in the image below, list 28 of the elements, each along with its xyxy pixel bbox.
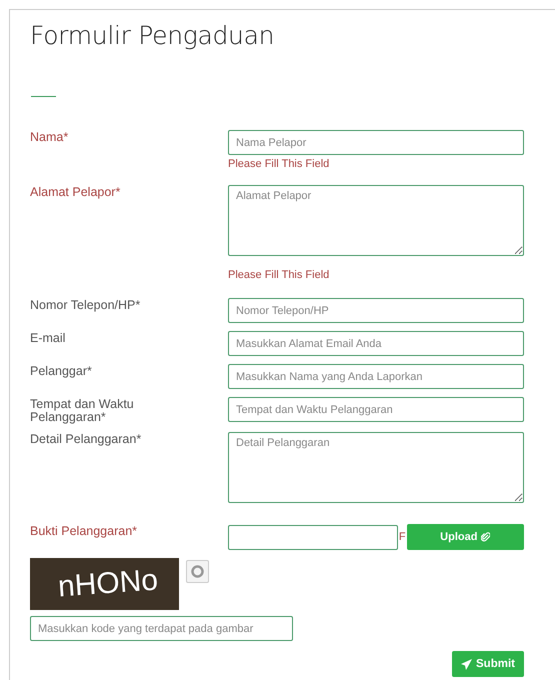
submit-button[interactable]: Submit bbox=[452, 651, 524, 678]
field-label: E-mail bbox=[30, 331, 66, 347]
input-field[interactable]: Nomor Telepon/HP bbox=[228, 298, 524, 323]
input-field[interactable]: Masukkan Nama yang Anda Laporkan bbox=[228, 364, 524, 389]
input-field[interactable]: Masukkan Alamat Email Anda bbox=[228, 331, 524, 356]
paperclip-icon bbox=[481, 532, 490, 542]
field-label: Pelanggar* bbox=[30, 364, 93, 380]
file-field[interactable] bbox=[228, 524, 398, 550]
page-title: Formulir Pengaduan bbox=[30, 20, 276, 50]
error-message: Please Fill This Field bbox=[228, 158, 330, 171]
field-label: Detail Pelanggaran* bbox=[30, 432, 142, 448]
send-icon bbox=[461, 658, 472, 670]
field-label: Bukti Pelanggaran* bbox=[30, 524, 138, 540]
text-area[interactable]: Alamat Pelapor bbox=[228, 185, 524, 256]
field-label: Nomor Telepon/HP* bbox=[30, 298, 142, 314]
text-area[interactable]: Detail Pelanggaran bbox=[228, 432, 524, 504]
error-message: Please Fill This Field bbox=[228, 269, 330, 282]
field-label: Tempat dan Waktu Pelanggaran* bbox=[30, 397, 135, 424]
refresh-icon bbox=[190, 564, 205, 580]
captcha-field[interactable]: Masukkan kode yang terdapat pada gambar bbox=[30, 616, 293, 642]
upload-button[interactable]: Upload bbox=[406, 524, 524, 550]
input-field[interactable]: Tempat dan Waktu Pelanggaran bbox=[228, 397, 524, 422]
field-label: Alamat Pelapor* bbox=[30, 185, 122, 201]
refresh-button[interactable] bbox=[186, 560, 209, 584]
input-field[interactable]: Nama Pelapor bbox=[228, 130, 524, 155]
field-label: Nama* bbox=[30, 130, 70, 146]
error-message: F bbox=[398, 531, 406, 544]
captcha-image: nHONo bbox=[30, 558, 179, 610]
